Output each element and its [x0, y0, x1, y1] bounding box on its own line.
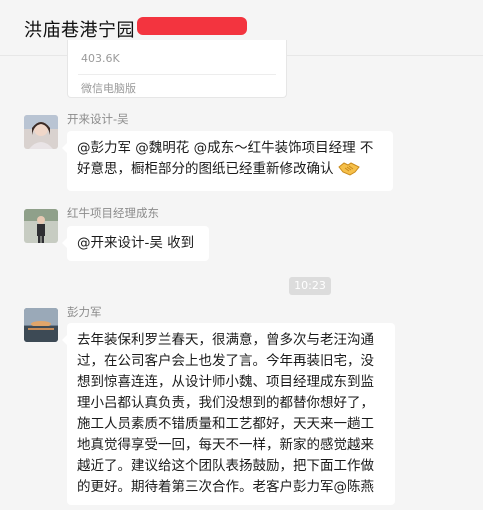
message-bubble[interactable]: @开来设计-吴 收到 — [62, 226, 209, 261]
message-bubble[interactable]: @彭力军 @魏明花 @成东～红牛装饰项目经理 不好意思，橱柜部分的图纸已经重新修… — [62, 131, 393, 191]
timestamp: 10:23 — [289, 277, 331, 295]
avatar[interactable] — [24, 308, 58, 342]
sender-name: 彭力军 — [67, 305, 102, 319]
sender-name: 红牛项目经理成东 — [67, 206, 159, 220]
redaction-mark — [137, 17, 247, 35]
chat-title: 洪庙巷港宁园 — [24, 20, 135, 41]
file-message-card[interactable]: 403.6K 微信电脑版 — [67, 40, 287, 98]
message-bubble[interactable]: 去年装保利罗兰春天，很满意，曾多次与老汪沟通过，在公司客户会上也发了言。今年再装… — [62, 323, 395, 505]
handshake-icon — [338, 159, 360, 184]
message-text: @彭力军 @魏明花 @成东～红牛装饰项目经理 不好意思，橱柜部分的图纸已经重新修… — [77, 140, 374, 177]
avatar[interactable] — [24, 115, 58, 149]
file-size: 403.6K — [81, 52, 120, 65]
divider — [78, 74, 276, 75]
message-text: @开来设计-吴 收到 — [77, 235, 195, 251]
file-source: 微信电脑版 — [81, 82, 136, 95]
sender-name: 开来设计-吴 — [67, 112, 129, 126]
avatar[interactable] — [24, 209, 58, 243]
message-text: 去年装保利罗兰春天，很满意，曾多次与老汪沟通过，在公司客户会上也发了言。今年再装… — [77, 332, 374, 495]
